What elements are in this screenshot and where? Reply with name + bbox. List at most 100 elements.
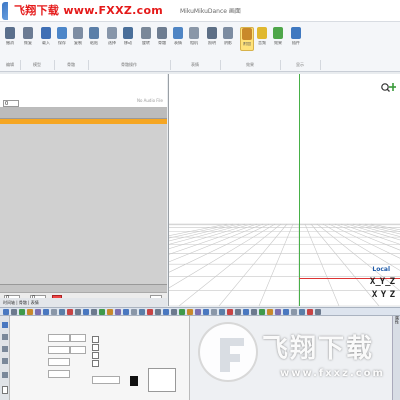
toolbar-icon[interactable]: [315, 309, 321, 315]
timeline-scrollbar[interactable]: [0, 284, 167, 292]
rotate-tool-icon[interactable]: [2, 334, 8, 340]
toolbar-icon[interactable]: [243, 309, 249, 315]
prop-field-6[interactable]: [70, 346, 86, 354]
toolbar-icon[interactable]: [219, 309, 225, 315]
select-tool-icon[interactable]: [2, 322, 8, 328]
prop-field-2[interactable]: [48, 346, 70, 354]
option-checkbox-1[interactable]: [92, 336, 99, 343]
option-checkbox-4[interactable]: [92, 360, 99, 367]
toolbar-icon[interactable]: [35, 309, 41, 315]
frame-ruler[interactable]: [0, 108, 167, 119]
ribbon-button-6[interactable]: 粘贴: [88, 27, 100, 49]
toolbar-icon[interactable]: [43, 309, 49, 315]
toolbar-icon[interactable]: [179, 309, 185, 315]
ribbon-button-16[interactable]: 音频: [256, 27, 268, 49]
toolbar-icon[interactable]: [155, 309, 161, 315]
toolbar-icon[interactable]: [75, 309, 81, 315]
ribbon-button-4[interactable]: 保存: [56, 27, 68, 49]
toolbar-icon[interactable]: [163, 309, 169, 315]
ribbon-button-12[interactable]: 相机: [188, 27, 200, 49]
prop-field-1[interactable]: [48, 334, 70, 342]
ribbon-group-label: 显示: [280, 60, 321, 70]
toolbar-icon[interactable]: [299, 309, 305, 315]
timeline-header: 0 No Audio File: [0, 74, 167, 108]
timeline-tabs[interactable]: 时间轴 | 骨骼 | 表情: [0, 298, 167, 307]
ribbon-button-18[interactable]: 插件: [290, 27, 302, 49]
toolbar-icon[interactable]: [19, 309, 25, 315]
toolbar-icon[interactable]: [259, 309, 265, 315]
toolbar-icon[interactable]: [107, 309, 113, 315]
toolbar-icon[interactable]: [83, 309, 89, 315]
toolbar-icon[interactable]: [275, 309, 281, 315]
toolbar-icon[interactable]: [123, 309, 129, 315]
pen-tool-icon[interactable]: [2, 372, 8, 378]
ribbon-button-7[interactable]: 选择: [106, 27, 118, 49]
toolbar-icon[interactable]: [139, 309, 145, 315]
toolbar-icon[interactable]: [27, 309, 33, 315]
keyframe-track-area[interactable]: [0, 124, 167, 284]
ribbon-button-17[interactable]: 效果: [272, 27, 284, 49]
toolbar-icon[interactable]: [59, 309, 65, 315]
toolbar-icon[interactable]: [283, 309, 289, 315]
ribbon-button-label: 相机: [190, 41, 198, 45]
ribbon-button-icon: [257, 27, 267, 39]
axis-gizmo-rotate[interactable]: X Y Z: [372, 290, 395, 300]
ribbon-button-3[interactable]: 载入: [40, 27, 52, 49]
toolbar-icon[interactable]: [147, 309, 153, 315]
ribbon-button-label: 插件: [292, 41, 300, 45]
toolbar-icon[interactable]: [51, 309, 57, 315]
toolbar-icon[interactable]: [235, 309, 241, 315]
ribbon-button-11[interactable]: 表情: [172, 27, 184, 49]
ribbon-button-8[interactable]: 移动: [122, 27, 134, 49]
ribbon-button-2[interactable]: 恢复: [22, 27, 34, 49]
toolbar-icon[interactable]: [91, 309, 97, 315]
brush-tool-icon[interactable]: [2, 358, 8, 364]
axis-gizmo-translate[interactable]: X̲Y̲Z: [370, 277, 395, 287]
ribbon-button-label: 音频: [258, 41, 266, 45]
ribbon-button-5[interactable]: 复制: [72, 27, 84, 49]
move-tool-icon[interactable]: [2, 346, 8, 352]
option-checkbox-3[interactable]: [92, 352, 99, 359]
toolbar-icon[interactable]: [227, 309, 233, 315]
toolbar-icon[interactable]: [3, 309, 9, 315]
ribbon-button-1[interactable]: 撤消: [4, 27, 16, 49]
toolbar-icon[interactable]: [11, 309, 17, 315]
toolbar-icon[interactable]: [67, 309, 73, 315]
ribbon-button-icon: [41, 27, 51, 39]
zoom-move-icon[interactable]: [380, 82, 396, 94]
ribbon-button-label: 效果: [274, 41, 282, 45]
local-mode-label[interactable]: Local: [372, 266, 390, 273]
ribbon-button-9[interactable]: 旋转: [140, 27, 152, 49]
ribbon-button-15[interactable]: 附加: [240, 27, 254, 51]
frame-number-input[interactable]: 0: [3, 100, 19, 107]
option-checkbox-2[interactable]: [92, 344, 99, 351]
prop-field-5[interactable]: [70, 334, 86, 342]
toolbar-icon[interactable]: [131, 309, 137, 315]
toolbar-icon[interactable]: [187, 309, 193, 315]
text-tool-icon[interactable]: [2, 386, 8, 394]
toolbar-icon[interactable]: [195, 309, 201, 315]
toolbar-icon[interactable]: [99, 309, 105, 315]
toolbar-icon[interactable]: [251, 309, 257, 315]
toolbar-icon[interactable]: [171, 309, 177, 315]
prop-field-4[interactable]: [48, 370, 70, 378]
watermark-logo: [198, 322, 258, 382]
toolbar-icon[interactable]: [291, 309, 297, 315]
ribbon-button-14[interactable]: 阴影: [222, 27, 234, 49]
ribbon-button-13[interactable]: 照明: [206, 27, 218, 49]
side-tab[interactable]: 属性: [392, 316, 400, 400]
toolbar-icon[interactable]: [115, 309, 121, 315]
prop-field-7[interactable]: [92, 376, 120, 384]
ribbon-button-icon: [5, 27, 15, 39]
watermark-logo-shape: [220, 338, 244, 372]
ribbon-button-icon: [73, 27, 83, 39]
ribbon-button-10[interactable]: 骨骼: [156, 27, 168, 49]
3d-viewport[interactable]: Local X̲Y̲Z X Y Z: [168, 74, 400, 306]
toolbar-icon[interactable]: [307, 309, 313, 315]
ribbon-button-icon: [23, 27, 33, 39]
toolbar-icon[interactable]: [203, 309, 209, 315]
color-swatch[interactable]: [130, 376, 138, 386]
prop-field-3[interactable]: [48, 358, 70, 366]
toolbar-icon[interactable]: [267, 309, 273, 315]
toolbar-icon[interactable]: [211, 309, 217, 315]
